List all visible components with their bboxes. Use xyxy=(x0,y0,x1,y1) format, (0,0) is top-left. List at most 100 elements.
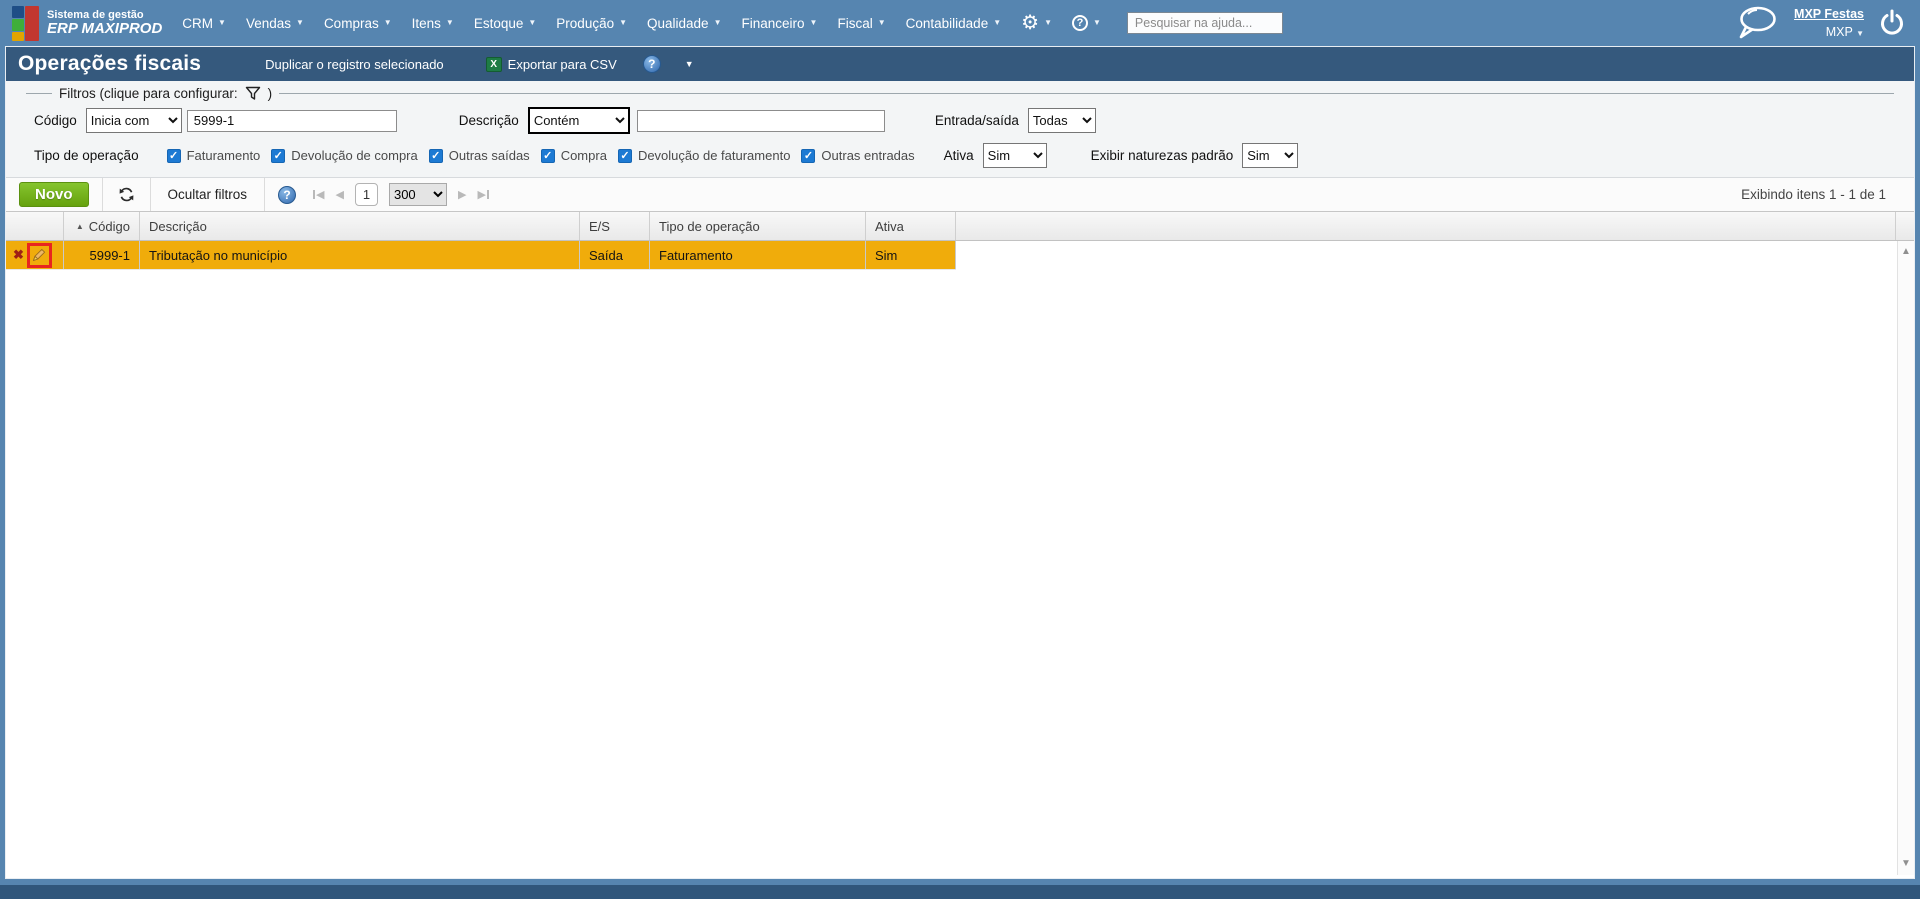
chevron-down-icon: ▼ xyxy=(528,18,537,27)
page-size-select[interactable]: 300 xyxy=(388,183,447,206)
checkbox-checked-icon xyxy=(428,148,443,163)
column-header-es[interactable]: E/S xyxy=(580,212,650,240)
exibir-naturezas-select[interactable]: Sim xyxy=(1242,143,1299,168)
duplicate-record-button[interactable]: Duplicar o registro selecionado xyxy=(265,57,443,72)
chevron-down-icon: ▼ xyxy=(809,18,818,27)
app-logo[interactable]: Sistema de gestão ERP MAXIPROD xyxy=(12,5,163,41)
items-range-info: Exibindo itens 1 - 1 de 1 xyxy=(1741,187,1886,202)
checkbox-devolucao-faturamento[interactable]: Devolução de faturamento xyxy=(617,148,790,163)
cell-codigo: 5999-1 xyxy=(64,241,140,269)
delete-row-icon[interactable]: ✖ xyxy=(13,247,24,263)
ativa-filter-label: Ativa xyxy=(943,148,974,163)
account-user-dropdown[interactable]: MXP ▼ xyxy=(1826,25,1864,39)
account-company-link[interactable]: MXP Festas xyxy=(1794,5,1864,23)
logo-brand: ERP MAXIPROD xyxy=(47,19,163,37)
filters-configure-legend[interactable]: Filtros (clique para configurar: ) xyxy=(52,86,279,101)
chevron-down-icon: ▼ xyxy=(296,18,304,27)
grid-header-row: ▲ Código Descrição E/S Tipo de operação … xyxy=(6,212,1914,241)
previous-page-button[interactable]: ◀ xyxy=(336,188,344,201)
codigo-operator-select[interactable]: Inicia com xyxy=(85,108,182,133)
page-title: Operações fiscais xyxy=(18,52,202,75)
menu-financeiro[interactable]: Financeiro ▼ xyxy=(742,16,818,31)
first-page-button[interactable]: ◀ xyxy=(313,188,325,201)
help-icon: ? xyxy=(1071,15,1088,31)
menu-estoque[interactable]: Estoque ▼ xyxy=(474,16,536,31)
scrollbar-header-stub xyxy=(1895,212,1914,240)
column-header-ativa[interactable]: Ativa xyxy=(866,212,956,240)
logo-icon xyxy=(12,5,39,41)
checkbox-outras-entradas[interactable]: Outras entradas xyxy=(801,148,915,163)
menu-itens[interactable]: Itens ▼ xyxy=(412,16,454,31)
excel-icon: X xyxy=(485,56,502,72)
codigo-filter-label: Código xyxy=(34,113,77,128)
column-header-tipo-operacao[interactable]: Tipo de operação xyxy=(650,212,866,240)
settings-menu-button[interactable]: ⚙ ▼ xyxy=(1021,13,1052,33)
grid-body: ✖ 5999-1 Tributação no município Saída F… xyxy=(6,241,1914,878)
sort-ascending-icon: ▲ xyxy=(75,221,84,231)
menu-producao[interactable]: Produção ▼ xyxy=(556,16,627,31)
vertical-scrollbar[interactable]: ▲ ▼ xyxy=(1897,241,1914,875)
scroll-up-icon[interactable]: ▲ xyxy=(1901,247,1911,257)
refresh-icon xyxy=(119,187,133,202)
last-page-button[interactable]: ▶ xyxy=(477,188,489,201)
cell-es: Saída xyxy=(580,241,650,269)
help-icon[interactable]: ? xyxy=(278,185,297,204)
chat-icon[interactable] xyxy=(1734,5,1780,41)
export-csv-button[interactable]: Exportar para CSV xyxy=(508,57,617,72)
chevron-down-icon: ▼ xyxy=(713,18,722,27)
cell-tipo-operacao: Faturamento xyxy=(650,241,866,269)
help-icon[interactable]: ? xyxy=(642,55,661,73)
page-title-bar: Operações fiscais Duplicar o registro se… xyxy=(6,47,1914,81)
power-logout-icon[interactable] xyxy=(1878,8,1906,38)
ativa-select[interactable]: Sim xyxy=(982,143,1047,168)
tipo-operacao-label: Tipo de operação xyxy=(34,148,139,163)
funnel-filter-icon xyxy=(245,86,260,100)
column-header-actions xyxy=(6,212,64,240)
chevron-down-icon: ▼ xyxy=(383,18,392,27)
menu-vendas[interactable]: Vendas ▼ xyxy=(246,16,304,31)
scroll-down-icon[interactable]: ▼ xyxy=(1901,859,1911,869)
help-search-input[interactable] xyxy=(1126,12,1283,34)
checkbox-compra[interactable]: Compra xyxy=(540,148,607,163)
refresh-button[interactable] xyxy=(103,186,150,203)
checkbox-devolucao-compra[interactable]: Devolução de compra xyxy=(271,148,418,163)
grid-toolbar: Novo Ocultar filtros ? ◀ ◀ 1 300 ▶ ▶ Exi… xyxy=(6,178,1914,212)
gear-icon: ⚙ xyxy=(1021,12,1040,34)
menu-contabilidade[interactable]: Contabilidade ▼ xyxy=(906,16,1001,31)
menu-crm[interactable]: CRM ▼ xyxy=(182,16,226,31)
descricao-filter-label: Descrição xyxy=(458,113,519,128)
checkbox-checked-icon xyxy=(540,148,555,163)
chevron-down-icon: ▼ xyxy=(1044,18,1052,27)
main-content-frame: Operações fiscais Duplicar o registro se… xyxy=(5,46,1915,879)
descricao-operator-select[interactable]: Contém xyxy=(527,107,630,134)
cell-ativa: Sim xyxy=(866,241,956,269)
title-actions-dropdown[interactable]: ▼ xyxy=(685,59,694,69)
main-menu: CRM ▼ Vendas ▼ Compras ▼ Itens ▼ Estoque ▼ Pr… xyxy=(182,12,1283,34)
codigo-filter-input[interactable] xyxy=(186,109,397,132)
edit-pencil-icon[interactable] xyxy=(31,247,47,263)
table-row-selected[interactable]: ✖ 5999-1 Tributação no município Saída F… xyxy=(6,241,956,270)
new-record-button[interactable]: Novo xyxy=(19,182,89,207)
logo-tagline: Sistema de gestão xyxy=(47,8,144,21)
current-page-indicator[interactable]: 1 xyxy=(354,183,378,206)
chevron-down-icon: ▼ xyxy=(1092,18,1101,27)
entrada-saida-select[interactable]: Todas xyxy=(1027,108,1096,133)
top-navigation-bar: Sistema de gestão ERP MAXIPROD CRM ▼ Vend… xyxy=(0,0,1920,46)
checkbox-checked-icon xyxy=(271,148,286,163)
menu-compras[interactable]: Compras ▼ xyxy=(324,16,392,31)
checkbox-checked-icon xyxy=(166,148,181,163)
column-header-codigo[interactable]: ▲ Código xyxy=(64,212,140,240)
descricao-filter-input[interactable] xyxy=(636,109,885,132)
help-menu-button[interactable]: ? ▼ xyxy=(1071,15,1101,31)
entrada-saida-label: Entrada/saída xyxy=(934,113,1019,128)
chevron-down-icon: ▼ xyxy=(218,18,226,27)
hide-filters-button[interactable]: Ocultar filtros xyxy=(151,187,265,202)
checkbox-faturamento[interactable]: Faturamento xyxy=(166,148,260,163)
checkbox-outras-saidas[interactable]: Outras saídas xyxy=(428,148,530,163)
chevron-down-icon: ▼ xyxy=(445,18,454,27)
chevron-down-icon: ▼ xyxy=(877,18,886,27)
menu-fiscal[interactable]: Fiscal ▼ xyxy=(837,16,885,31)
column-header-descricao[interactable]: Descrição xyxy=(140,212,580,240)
next-page-button[interactable]: ▶ xyxy=(458,188,466,201)
menu-qualidade[interactable]: Qualidade ▼ xyxy=(647,16,721,31)
